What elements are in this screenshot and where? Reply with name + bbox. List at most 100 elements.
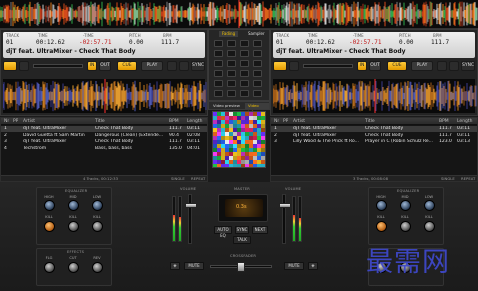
headphone-b-button[interactable]: ⎈ [308, 262, 318, 270]
playlist-a-table-row[interactable]: 4 Techstrom Bass, bass, bass 135.0 04:01 [1, 146, 207, 152]
waveform-overview[interactable] [0, 0, 478, 29]
deck-a-loop-bar[interactable] [33, 64, 83, 68]
sampler-pad[interactable] [253, 40, 262, 47]
eq-b-high-knob[interactable] [376, 200, 387, 211]
eq-b-mid-knob[interactable] [400, 200, 411, 211]
deck-a-time: 00:12.62 [36, 39, 65, 46]
deck-a-waveform[interactable] [3, 79, 207, 113]
deck-a-out-button[interactable]: OUT [99, 61, 111, 71]
deck-b-loop-bar[interactable] [303, 64, 353, 68]
sampler-pad[interactable] [227, 40, 236, 47]
fx-a-2-knob[interactable] [68, 262, 79, 273]
playlist-b-col-artist[interactable]: Artist [293, 118, 305, 125]
eq-a-gain-knob[interactable] [44, 221, 55, 232]
sampler-pad[interactable] [253, 80, 262, 87]
playlist-b-table-row[interactable]: 2 djT feat. UltraMixer Check That Body 111.… [271, 133, 477, 139]
playlist-a-table-row[interactable]: 2 David Guetta ft Sam Martin Dangerous (Cl… [1, 133, 207, 139]
deck-a-play-button[interactable]: PLAY [141, 61, 163, 71]
eq-a-high-knob[interactable] [44, 200, 55, 211]
sampler-pad[interactable] [227, 90, 236, 97]
talk-button[interactable]: TALK [233, 236, 251, 244]
auto-eq-button[interactable]: AUTO EQ [214, 226, 232, 238]
playlist-b-cell-bpm: 111.7 [439, 132, 452, 138]
playlist-a-table-row[interactable]: 3 djT feat. UltraMixer Check That Body 111.… [1, 139, 207, 145]
tab-video-preview[interactable]: Video preview [210, 103, 243, 109]
sampler-pad[interactable] [253, 90, 262, 97]
deck-a-loop-half-button[interactable] [19, 61, 29, 71]
deck-b-loop-button[interactable] [273, 61, 287, 71]
deck-b-rewind-button[interactable] [437, 61, 447, 71]
playlist-b-cell-length: 03:13 [457, 139, 470, 144]
sampler-pad[interactable] [214, 80, 223, 87]
sampler-pad[interactable] [227, 60, 236, 67]
sampler-pad[interactable] [240, 90, 249, 97]
deck-b-play-button[interactable]: PLAY [411, 61, 433, 71]
eq-b-filter-knob[interactable] [400, 221, 411, 232]
playlist-b-col-title[interactable]: Title [365, 118, 375, 125]
deck-a-rewind-button[interactable] [167, 61, 177, 71]
eq-a-filter-knob[interactable] [68, 221, 79, 232]
deck-b-out-button[interactable]: OUT [369, 61, 381, 71]
sampler-pad[interactable] [214, 70, 223, 77]
eq-b-pan-knob[interactable] [424, 221, 435, 232]
sampler-pad[interactable] [214, 50, 223, 57]
mute-b-button[interactable]: MUTE [284, 262, 304, 270]
sampler-pad[interactable] [240, 40, 249, 47]
deck-a-sync-button[interactable]: SYNC [191, 61, 205, 71]
fx-a-1-knob[interactable] [44, 262, 55, 273]
tab-sampler[interactable]: Sampler [245, 31, 268, 37]
eq-a-mid-knob[interactable] [68, 200, 79, 211]
playlist-a-col-artist[interactable]: Artist [23, 118, 35, 125]
deck-b-forward-button[interactable] [449, 61, 459, 71]
sampler-pad[interactable] [227, 70, 236, 77]
sampler-pad[interactable] [214, 60, 223, 67]
sampler-pad[interactable] [240, 50, 249, 57]
sampler-pad[interactable] [227, 80, 236, 87]
playlist-a-table-row[interactable]: 1 djT feat. UltraMixer Check That Body 111.… [1, 126, 207, 132]
tab-fading[interactable]: Fading [219, 31, 239, 37]
mute-a-button[interactable]: MUTE [184, 262, 204, 270]
playlist-a-col-nr[interactable]: Nr [4, 118, 9, 125]
playlist-b-col-length[interactable]: Length [457, 118, 473, 125]
playlist-a-col-bpm[interactable]: BPM [169, 118, 179, 125]
playlist-a-col-length[interactable]: Length [187, 118, 203, 125]
sampler-pad[interactable] [227, 50, 236, 57]
playlist-b-table-row[interactable]: 3 Lilly Wood & The Prick ft Ro... Prayer i… [271, 139, 477, 145]
playlist-b-table-row[interactable]: 1 djT feat. UltraMixer Check That Body 111.… [271, 126, 477, 132]
fx-a-3-knob[interactable] [92, 262, 103, 273]
tab-video-info[interactable]: Video info [245, 103, 269, 114]
sampler-pad[interactable] [253, 70, 262, 77]
crossfader-track[interactable] [210, 262, 272, 272]
master-sync-button[interactable]: SYNC [235, 226, 249, 234]
playlist-b-col-nr[interactable]: Nr [274, 118, 279, 125]
sampler-pad[interactable] [253, 60, 262, 67]
deck-b-loop-half-button[interactable] [289, 61, 299, 71]
volume-b-fader[interactable] [279, 194, 291, 244]
deck-b-waveform[interactable] [273, 79, 477, 113]
sampler-pad[interactable] [214, 90, 223, 97]
deck-a-loop-button[interactable] [3, 61, 17, 71]
sampler-pad[interactable] [240, 60, 249, 67]
deck-a-forward-button[interactable] [179, 61, 189, 71]
playlist-b-col-bpm[interactable]: BPM [439, 118, 449, 125]
playlist-a-col-title[interactable]: Title [95, 118, 105, 125]
sampler-pad[interactable] [240, 80, 249, 87]
sampler-pad[interactable] [240, 70, 249, 77]
eq-b-gain-knob[interactable] [376, 221, 387, 232]
sampler-pad[interactable] [214, 40, 223, 47]
deck-b-sync-button[interactable]: SYNC [461, 61, 475, 71]
headphone-a-button[interactable]: ⎈ [170, 262, 180, 270]
next-button[interactable]: NEXT [252, 226, 268, 234]
playlist-a-col-pp[interactable]: PP [13, 118, 18, 125]
deck-b-cue-button[interactable]: CUE [387, 61, 407, 71]
eq-a-low-knob[interactable] [92, 200, 103, 211]
volume-a-fader[interactable] [185, 194, 197, 244]
crossfader-handle[interactable] [237, 262, 245, 272]
deck-a-cue-button[interactable]: CUE [117, 61, 137, 71]
eq-a-pan-knob[interactable] [92, 221, 103, 232]
sampler-pad[interactable] [253, 50, 262, 57]
eq-b-low-knob[interactable] [424, 200, 435, 211]
playlist-b-col-pp[interactable]: PP [283, 118, 288, 125]
deck-b-in-button[interactable]: IN [357, 61, 367, 71]
deck-a-in-button[interactable]: IN [87, 61, 97, 71]
